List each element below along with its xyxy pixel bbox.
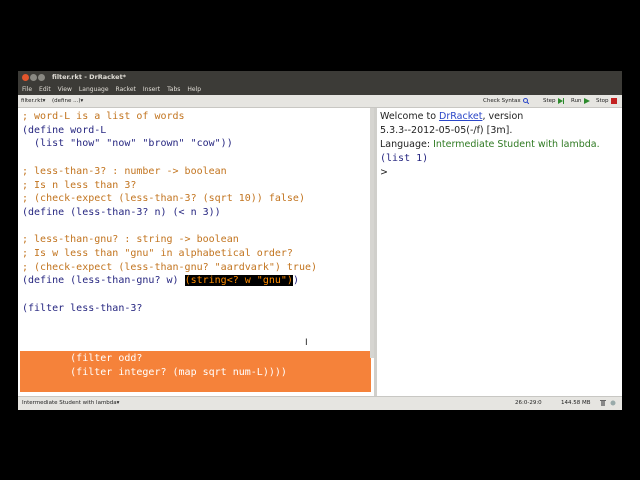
toolbar: filter.rkt▾ (define ...)▾ Check Syntax S…: [18, 95, 622, 108]
run-button[interactable]: Run: [571, 95, 590, 107]
status-bar: Intermediate Student with lambda▾ 26:0-2…: [18, 396, 622, 410]
repl-prompt[interactable]: >: [380, 166, 388, 180]
code-line: (list "how" "now" "brown" "cow")): [22, 138, 233, 150]
file-dropdown[interactable]: filter.rkt▾: [21, 95, 45, 107]
code-line: (define (less-than-gnu? w) (string<? w "…: [22, 275, 299, 287]
code-line: ; less-than-gnu? : string -> boolean: [22, 234, 239, 246]
code-line: (define (less-than-3? n) (< n 3)): [22, 206, 221, 218]
step-label: Step: [543, 98, 556, 104]
running-indicator-icon: [610, 400, 616, 406]
code-line: ; less-than-3? : number -> boolean: [22, 165, 227, 177]
code-line: ; (check-expect (less-than-gnu? "aardvar…: [22, 261, 318, 273]
code-line: (define word-L: [22, 124, 107, 136]
code-line: (filter odd?: [22, 353, 143, 364]
language-selector[interactable]: Intermediate Student with lambda▾: [22, 397, 119, 410]
definitions-editor[interactable]: ; word-L is a list of words (define word…: [18, 108, 375, 396]
code-line: ; (check-expect (less-than-3? (sqrt 10))…: [22, 193, 305, 205]
drracket-link[interactable]: DrRacket: [439, 111, 482, 122]
stop-square-icon: [610, 98, 617, 104]
code-line: ; word-L is a list of words: [22, 111, 185, 122]
code-line: (filter less-than-3?: [22, 302, 143, 314]
code-line: ; Is w less than "gnu" in alphabetical o…: [22, 248, 293, 259]
result-output: (list 1): [380, 153, 429, 164]
code-line: ; Is n less than 3?: [22, 179, 137, 191]
define-dropdown[interactable]: (define ...)▾: [52, 95, 83, 107]
stop-label: Stop: [596, 98, 609, 104]
welcome-line: Welcome to DrRacket, version: [380, 111, 524, 122]
menu-bar: File Edit View Language Racket Insert Ta…: [18, 84, 622, 95]
interactions-pane[interactable]: Welcome to DrRacket, version 5.3.3--2012…: [377, 108, 622, 396]
cursor-position: 26:0-29:0: [515, 400, 542, 406]
check-syntax-button[interactable]: Check Syntax: [483, 95, 529, 107]
menu-insert[interactable]: Insert: [143, 84, 160, 95]
magnifier-check-icon: [522, 98, 529, 104]
menu-file[interactable]: File: [22, 84, 32, 95]
close-window-button[interactable]: [22, 74, 29, 81]
version-line: 5.3.3--2012-05-05(-/f) [3m].: [380, 125, 513, 136]
minimize-window-button[interactable]: [30, 74, 37, 81]
menu-edit[interactable]: Edit: [39, 84, 51, 95]
garbage-collect-icon[interactable]: [600, 400, 606, 406]
language-line: Language: Intermediate Student with lamb…: [380, 139, 600, 150]
code-line: (filter integer? (map sqrt num-L)))): [22, 367, 287, 378]
memory-usage: 144.58 MB: [561, 400, 591, 406]
menu-help[interactable]: Help: [187, 84, 201, 95]
drracket-window: filter.rkt - DrRacket* File Edit View La…: [18, 71, 622, 410]
maximize-window-button[interactable]: [38, 74, 45, 81]
run-arrow-icon: [583, 98, 590, 104]
text-cursor-icon: I: [305, 338, 308, 348]
check-syntax-label: Check Syntax: [483, 98, 521, 104]
menu-racket[interactable]: Racket: [116, 84, 136, 95]
window-title: filter.rkt - DrRacket*: [52, 73, 127, 81]
language-name: Intermediate Student with lambda.: [433, 139, 600, 150]
stop-button[interactable]: Stop: [596, 95, 617, 107]
title-bar: filter.rkt - DrRacket*: [18, 71, 622, 84]
run-label: Run: [571, 98, 582, 104]
menu-language[interactable]: Language: [79, 84, 109, 95]
menu-view[interactable]: View: [58, 84, 72, 95]
step-button[interactable]: Step: [543, 95, 564, 107]
menu-tabs[interactable]: Tabs: [167, 84, 180, 95]
highlighted-expression: (string<? w "gnu"): [184, 275, 293, 287]
step-footprint-icon: [557, 98, 564, 104]
